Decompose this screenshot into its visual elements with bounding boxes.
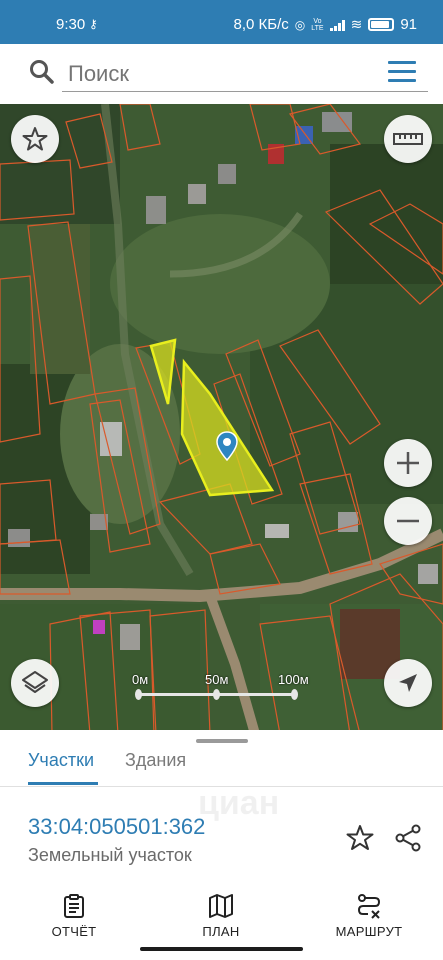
tab-parcels[interactable]: Участки	[28, 750, 94, 771]
search-icon[interactable]	[28, 58, 56, 86]
clock: 9:30	[56, 16, 86, 33]
volte-icon: Vo LTE	[311, 17, 324, 32]
nav-plan-label: ПЛАН	[202, 924, 240, 939]
star-icon	[22, 127, 48, 151]
home-indicator[interactable]	[140, 947, 303, 951]
map-scale: 0м 50м 100м	[132, 672, 309, 702]
my-location-button[interactable]	[384, 659, 432, 707]
scale-label-0: 0м	[132, 672, 149, 687]
route-icon	[357, 894, 381, 919]
nav-route[interactable]: МАРШРУТ	[309, 893, 429, 939]
menu-icon[interactable]	[388, 61, 416, 85]
net-speed: 8,0 КБ/с	[233, 16, 289, 33]
nav-plan[interactable]: ПЛАН	[161, 893, 281, 939]
search-input[interactable]	[62, 56, 428, 92]
battery-level: 91	[400, 16, 417, 33]
wifi-icon: ≋	[350, 16, 363, 32]
status-indicators: 8,0 КБ/с ◎ Vo LTE ≋ 91	[233, 16, 417, 33]
minus-icon	[397, 519, 419, 523]
share-icon[interactable]	[394, 824, 422, 852]
scale-label-50: 50м	[205, 672, 229, 687]
nav-report[interactable]: ОТЧЁТ	[14, 893, 134, 939]
layers-button[interactable]	[11, 659, 59, 707]
search-bar	[0, 44, 443, 104]
hotspot-icon: ◎	[294, 17, 306, 32]
battery-icon	[368, 18, 395, 31]
status-bar: 9:30 ⚷ 8,0 КБ/с ◎ Vo LTE ≋ 91	[0, 0, 443, 44]
ruler-button[interactable]	[384, 115, 432, 163]
map-view[interactable]: 0м 50м 100м	[0, 104, 443, 734]
sheet-drag-handle[interactable]	[196, 739, 248, 743]
favorites-button[interactable]	[11, 115, 59, 163]
map-icon	[209, 894, 233, 918]
navigation-arrow-icon	[399, 674, 417, 692]
ruler-icon	[393, 133, 423, 145]
clipboard-icon	[64, 894, 84, 918]
nav-route-label: МАРШРУТ	[335, 924, 403, 939]
cadastral-number[interactable]: 33:04:050501:362	[28, 814, 205, 840]
location-pin-icon[interactable]	[216, 431, 238, 461]
key-icon: ⚷	[89, 17, 98, 31]
favorite-star-icon[interactable]	[346, 824, 374, 852]
tab-buildings[interactable]: Здания	[125, 750, 186, 771]
zoom-out-button[interactable]	[384, 497, 432, 545]
nav-report-label: ОТЧЁТ	[51, 924, 97, 939]
signal-icon	[329, 19, 345, 31]
plus-icon	[397, 452, 419, 474]
satellite-map[interactable]	[0, 104, 443, 734]
scale-label-100: 100м	[278, 672, 309, 687]
zoom-in-button[interactable]	[384, 439, 432, 487]
sheet-tabs: Участки Здания	[0, 746, 443, 785]
bottom-navigation: ОТЧЁТ ПЛАН МАРШРУТ	[0, 885, 443, 960]
layers-icon	[22, 671, 48, 693]
watermark: циан	[198, 784, 280, 822]
active-tab-indicator	[28, 782, 98, 785]
parcel-type: Земельный участок	[28, 845, 192, 865]
